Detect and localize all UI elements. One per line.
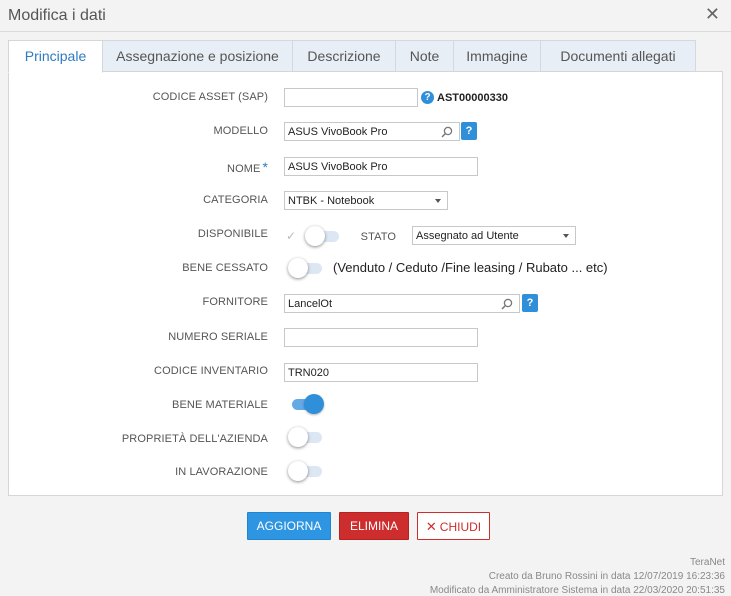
- bene-materiale-label: BENE MATERIALE: [172, 399, 268, 411]
- categoria-select[interactable]: NTBK - Notebook: [284, 191, 448, 210]
- fornitore-label: FORNITORE: [202, 296, 268, 308]
- proprieta-azienda-label: PROPRIETÀ DELL'AZIENDA: [121, 433, 268, 445]
- nome-label-text: NOME: [227, 163, 261, 175]
- stato-value: Assegnato ad Utente: [416, 230, 519, 242]
- required-mark: *: [262, 159, 268, 175]
- tab-bar: Principale Assegnazione e posizione Desc…: [8, 40, 696, 73]
- fornitore-lookup[interactable]: LancelOt: [284, 294, 520, 313]
- codice-asset-input[interactable]: [284, 88, 418, 107]
- modello-help-button[interactable]: ?: [461, 122, 477, 140]
- tab-assegnazione-posizione[interactable]: Assegnazione e posizione: [103, 40, 293, 72]
- toggle-knob: [288, 427, 308, 447]
- chevron-down-icon: [563, 234, 569, 238]
- proprieta-azienda-toggle[interactable]: [288, 427, 324, 447]
- close-icon[interactable]: ✕: [705, 5, 720, 23]
- footer-created: Creato da Bruno Rossini in data 12/07/20…: [488, 571, 725, 582]
- footer-modified: Modificato da Amministratore Sistema in …: [429, 585, 725, 596]
- search-icon[interactable]: [441, 126, 453, 138]
- bene-cessato-note: (Venduto / Ceduto /Fine leasing / Rubato…: [333, 260, 608, 275]
- dialog-titlebar: Modifica i dati ✕: [0, 0, 731, 32]
- stato-select[interactable]: Assegnato ad Utente: [412, 226, 576, 245]
- footer-app-name: TeraNet: [689, 557, 725, 568]
- tab-documenti-allegati[interactable]: Documenti allegati: [541, 40, 696, 72]
- bene-cessato-label: BENE CESSATO: [182, 262, 268, 274]
- bene-materiale-toggle[interactable]: [288, 394, 324, 414]
- asset-code: AST00000330: [437, 92, 508, 104]
- bene-cessato-toggle[interactable]: [288, 258, 324, 278]
- close-icon: ✕: [425, 519, 437, 534]
- tab-descrizione[interactable]: Descrizione: [293, 40, 396, 72]
- numero-seriale-label: NUMERO SERIALE: [168, 331, 268, 343]
- nome-label: NOME *: [68, 159, 268, 175]
- fornitore-help-button[interactable]: ?: [522, 294, 538, 312]
- numero-seriale-input[interactable]: [284, 328, 478, 347]
- aggiorna-button[interactable]: AGGIORNA: [247, 512, 331, 540]
- chiudi-label: CHIUDI: [439, 520, 482, 534]
- toggle-knob: [304, 394, 324, 414]
- stato-label: STATO: [360, 231, 396, 243]
- chiudi-button[interactable]: ✕ CHIUDI: [417, 512, 490, 540]
- tab-note[interactable]: Note: [396, 40, 454, 72]
- codice-inventario-input[interactable]: [284, 363, 478, 382]
- dialog-title: Modifica i dati: [8, 7, 106, 24]
- categoria-value: NTBK - Notebook: [288, 195, 375, 207]
- search-icon[interactable]: [501, 298, 513, 310]
- toggle-knob: [288, 461, 308, 481]
- codice-inventario-label: CODICE INVENTARIO: [154, 365, 268, 377]
- tab-immagine[interactable]: Immagine: [454, 40, 541, 72]
- in-lavorazione-label: IN LAVORAZIONE: [175, 466, 268, 478]
- modello-value: ASUS VivoBook Pro: [288, 126, 388, 138]
- toggle-knob: [288, 258, 308, 278]
- chevron-down-icon: [435, 199, 441, 203]
- in-lavorazione-toggle[interactable]: [288, 461, 324, 481]
- fornitore-value: LancelOt: [288, 298, 333, 310]
- codice-asset-label: CODICE ASSET (SAP): [152, 91, 268, 103]
- categoria-label: CATEGORIA: [203, 194, 268, 206]
- tab-principale[interactable]: Principale: [8, 40, 103, 73]
- nome-input[interactable]: [284, 157, 478, 176]
- modello-lookup[interactable]: ASUS VivoBook Pro: [284, 122, 460, 141]
- codice-asset-help-icon[interactable]: ?: [421, 91, 434, 104]
- modello-label: MODELLO: [213, 125, 268, 137]
- elimina-button[interactable]: ELIMINA: [339, 512, 409, 540]
